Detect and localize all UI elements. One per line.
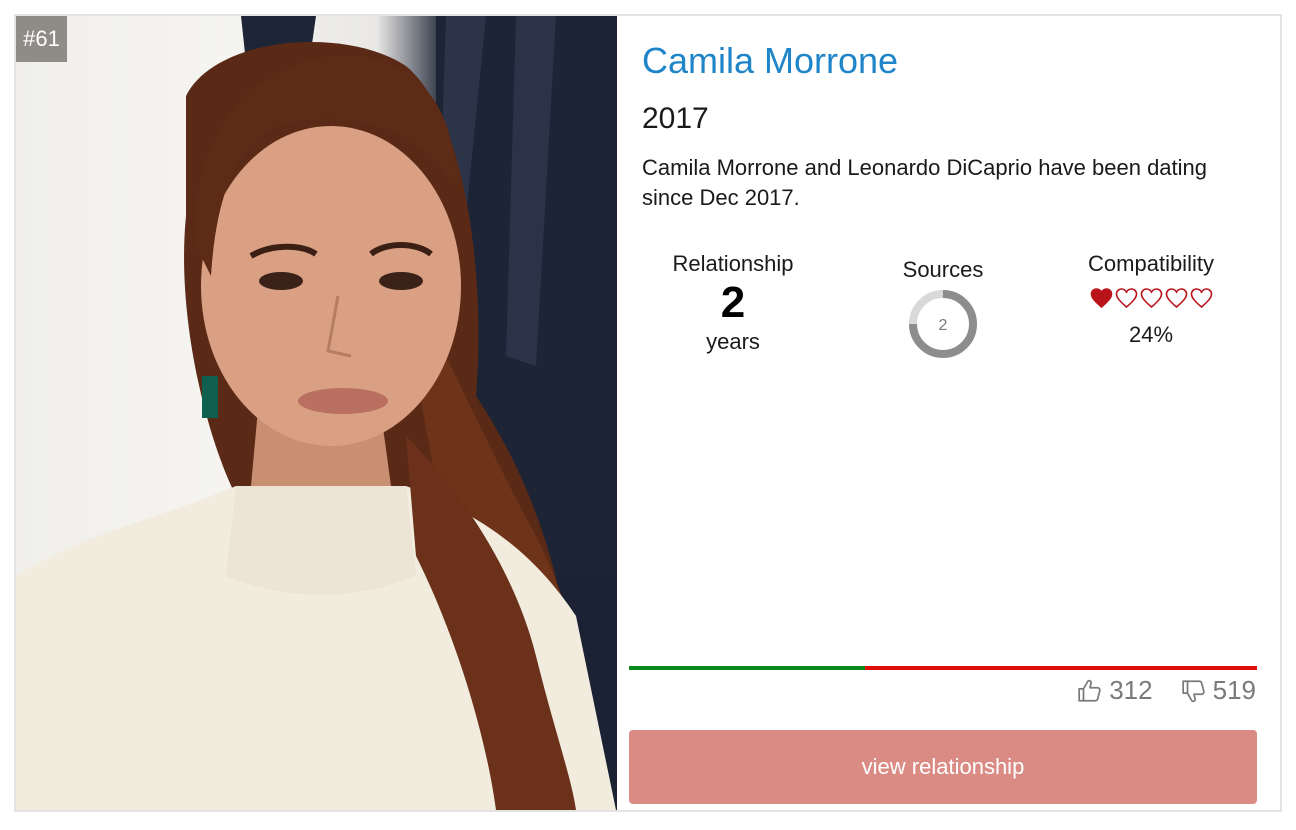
thumbs-down-icon[interactable] xyxy=(1181,678,1207,704)
relationship-duration-unit: years xyxy=(706,329,760,354)
rank-badge: #61 xyxy=(16,16,67,62)
heart-outline-icon xyxy=(1115,288,1137,309)
vote-ratio-bar xyxy=(629,666,1257,670)
sources-stat: Sources 2 xyxy=(873,256,1013,360)
upvote-count: 312 xyxy=(1109,675,1153,705)
compatibility-label: Compatibility xyxy=(1088,251,1214,276)
relationship-year: 2017 xyxy=(642,102,709,135)
relationship-description: Camila Morrone and Leonardo DiCaprio hav… xyxy=(642,155,1208,210)
vote-ratio-up-fill xyxy=(629,666,865,670)
compatibility-stat: Compatibility 24% xyxy=(1071,250,1231,348)
relationship-card: #61 Camila Morrone 2017 Camila Morrone a… xyxy=(14,14,1282,812)
person-name-link[interactable]: Camila Morrone xyxy=(642,40,898,82)
relationship-duration-value: 2 xyxy=(720,278,746,327)
profile-photo[interactable]: #61 xyxy=(16,16,617,810)
photo-illustration xyxy=(16,16,617,810)
downvote-count: 519 xyxy=(1212,675,1256,705)
view-relationship-button[interactable]: view relationship xyxy=(629,730,1257,804)
heart-filled-icon xyxy=(1090,288,1112,309)
info-panel: Camila Morrone 2017 Camila Morrone and L… xyxy=(617,16,1280,810)
relationship-stat: Relationship 2 years xyxy=(653,250,813,356)
sources-count: 2 xyxy=(939,317,948,334)
compatibility-percent: 24% xyxy=(1128,322,1174,347)
heart-outline-icon xyxy=(1140,288,1162,309)
relationship-label: Relationship xyxy=(672,251,794,276)
sources-ring-icon[interactable]: 2 xyxy=(907,288,979,360)
thumbs-up-icon[interactable] xyxy=(1077,678,1103,704)
heart-outline-icon xyxy=(1165,288,1187,309)
sources-label: Sources xyxy=(902,257,984,282)
compatibility-hearts xyxy=(1071,286,1231,312)
heart-outline-icon xyxy=(1190,288,1212,309)
vote-controls: 312 519 xyxy=(1077,675,1256,706)
